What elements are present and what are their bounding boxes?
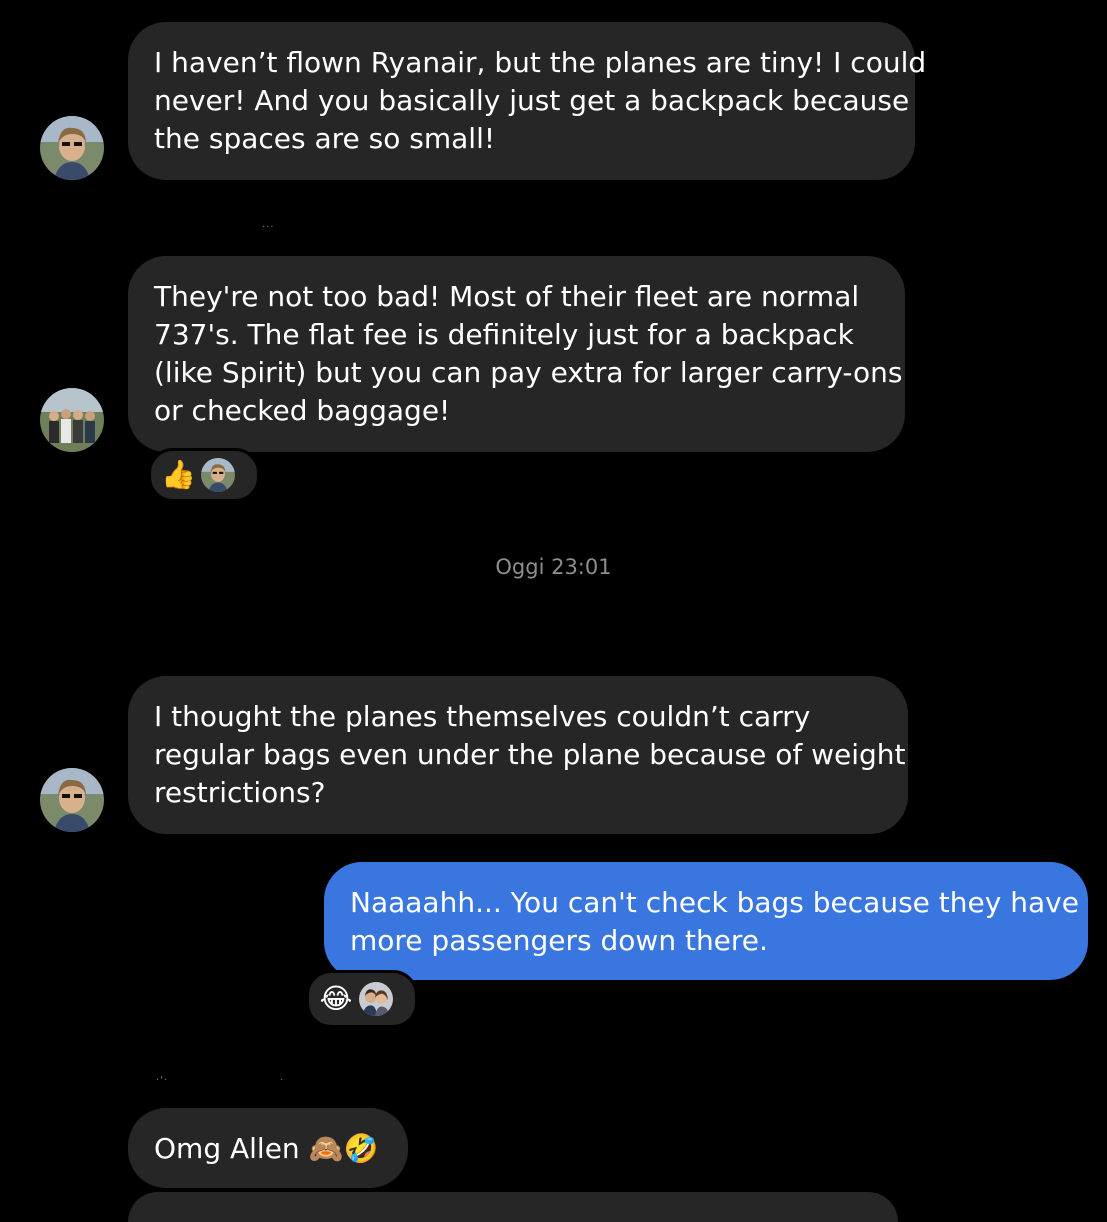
message-text-line: They're not too bad! Most of their fleet… (154, 280, 860, 313)
laughing-emoji: 😂 (319, 982, 353, 1015)
message-bubble-incoming[interactable]: They're not too bad! Most of their fleet… (128, 256, 905, 452)
message-text-line: never! And you basically just get a back… (154, 84, 910, 117)
avatar-woman-icon[interactable] (40, 116, 104, 180)
message-bubble-incoming[interactable]: I thought the planes themselves couldn’t… (128, 676, 908, 834)
avatar-couple-icon (359, 982, 393, 1016)
avatar-woman-icon[interactable] (40, 768, 104, 832)
message-bubble-incoming[interactable]: I haven’t flown Ryanair, but the planes … (128, 22, 927, 180)
thumbs-up-emoji: 👍 (161, 458, 196, 491)
avatar-woman-icon (201, 458, 235, 492)
message-text-line: I haven’t flown Ryanair, but the planes … (154, 46, 927, 79)
message-text-line: regular bags even under the plane becaus… (154, 738, 906, 771)
avatar-group-icon[interactable] (40, 388, 104, 452)
typing-dots: ··· (262, 222, 275, 233)
message-text-line: Naaaahh... You can't check bags because … (350, 886, 1079, 919)
conversation-timestamp: Oggi 23:01 (495, 555, 612, 579)
message-text-line: or checked baggage! (154, 394, 451, 427)
next-bubble-edge (128, 1192, 898, 1222)
reaction-pill[interactable]: 😂 (306, 970, 418, 1028)
message-bubble-incoming[interactable]: Omg Allen 🙈🤣 (128, 1108, 408, 1188)
message-bubble-outgoing[interactable]: Naaaahh... You can't check bags because … (324, 862, 1088, 980)
message-text-line: restrictions? (154, 776, 326, 809)
reaction-pill[interactable]: 👍 (148, 448, 260, 502)
message-text-line: (like Spirit) but you can pay extra for … (154, 356, 903, 389)
typing-dots: · (280, 1075, 285, 1086)
message-text-line: the spaces are so small! (154, 122, 496, 155)
message-text-line: I thought the planes themselves couldn’t… (154, 700, 811, 733)
message-text-line: Omg Allen 🙈🤣 (154, 1132, 379, 1165)
message-text-line: 737's. The flat fee is definitely just f… (154, 318, 854, 351)
message-text-line: more passengers down there. (350, 924, 768, 957)
typing-dots: ·'· (156, 1075, 169, 1086)
